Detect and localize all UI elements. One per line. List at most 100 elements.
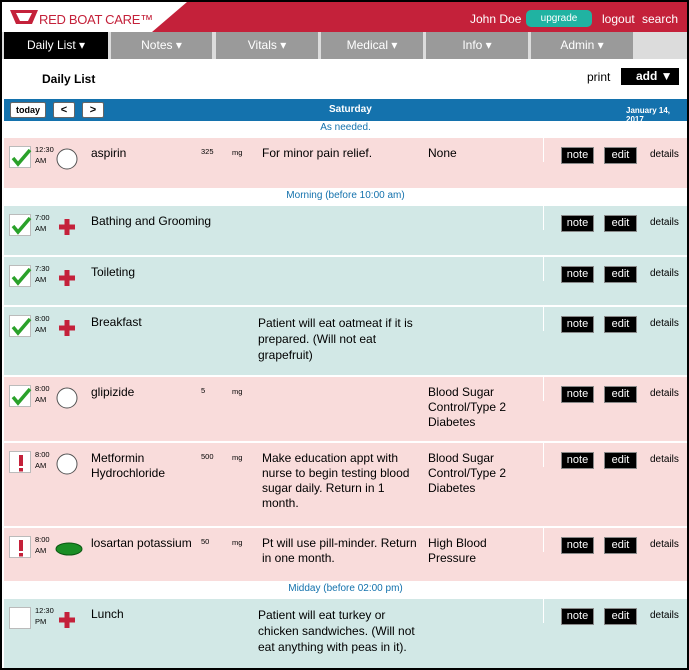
task-row[interactable]: 12:30 PM Lunch Patient will eat turkey or… [4, 599, 687, 668]
task-name: aspirin [91, 146, 127, 160]
task-time: 8:00 AM [35, 535, 50, 555]
task-row[interactable]: 12:30 AM aspirin 325 mg For minor pain re… [4, 138, 687, 189]
check-icon[interactable] [9, 385, 32, 407]
pill-white-icon [56, 453, 78, 475]
top-header: RED BOAT CARE™ John Doe upgrade logout s… [2, 2, 687, 32]
red-cross-icon [59, 219, 75, 235]
pill-white-icon [56, 148, 78, 170]
details-link[interactable]: details [650, 149, 679, 160]
red-cross-icon [59, 270, 75, 286]
task-unit: mg [232, 387, 243, 396]
prev-day-button[interactable]: < [53, 102, 75, 118]
task-row[interactable]: 8:00 AM glipizide 5 mg Blood Sugar Contro… [4, 377, 687, 442]
task-row[interactable]: 8:00 AM Metformin Hydrochloride 500 mg Ma… [4, 443, 687, 527]
edit-button[interactable]: edit [604, 215, 637, 232]
details-link[interactable]: details [650, 217, 679, 228]
task-note: Patient will eat oatmeat if it is prepar… [258, 316, 413, 362]
check-icon[interactable] [9, 214, 32, 236]
task-row[interactable]: 8:00 AM Breakfast Patient will eat oatmea… [4, 307, 687, 376]
note-button[interactable]: note [561, 266, 594, 283]
check-icon[interactable] [9, 315, 32, 337]
logout-link[interactable]: logout [602, 12, 635, 26]
details-link[interactable]: details [650, 539, 679, 550]
task-unit: mg [232, 538, 243, 547]
print-link[interactable]: print [587, 70, 610, 84]
note-button[interactable]: note [561, 452, 594, 469]
upgrade-button[interactable]: upgrade [526, 10, 592, 27]
next-day-button[interactable]: > [82, 102, 104, 118]
task-condition: Blood Sugar Control/Type 2 Diabetes [428, 385, 507, 429]
edit-button[interactable]: edit [604, 147, 637, 164]
red-cross-icon [59, 612, 75, 628]
details-link[interactable]: details [650, 454, 679, 465]
details-link[interactable]: details [650, 318, 679, 329]
check-icon[interactable] [9, 146, 32, 168]
details-link[interactable]: details [650, 268, 679, 279]
alert-icon[interactable] [9, 451, 31, 473]
task-note: For minor pain relief. [262, 146, 373, 160]
edit-button[interactable]: edit [604, 386, 637, 403]
user-name[interactable]: John Doe [470, 12, 521, 26]
details-link[interactable]: details [650, 388, 679, 399]
task-time: 8:00 AM [35, 384, 50, 404]
task-condition: Blood Sugar Control/Type 2 Diabetes [428, 451, 507, 495]
pill-green-icon [55, 542, 83, 556]
section-header-midday: Midday (before 02:00 pm) [4, 582, 687, 599]
note-button[interactable]: note [561, 316, 594, 333]
main-nav: Daily List ▾ Notes ▾ Vitals ▾ Medical ▾ … [2, 32, 687, 59]
task-condition: High Blood Pressure [428, 536, 487, 565]
note-button[interactable]: note [561, 386, 594, 403]
task-row[interactable]: 8:00 AM losartan potassium 50 mg Pt will … [4, 528, 687, 582]
task-time: 7:30 AM [35, 264, 50, 284]
task-note: Patient will eat turkey or chicken sandw… [258, 608, 415, 654]
edit-button[interactable]: edit [604, 608, 637, 625]
task-row[interactable]: 7:30 AM Toileting note edit details [4, 257, 687, 306]
task-name: Toileting [91, 265, 136, 279]
task-unit: mg [232, 148, 243, 157]
task-unit: mg [232, 453, 243, 462]
note-button[interactable]: note [561, 608, 594, 625]
search-link[interactable]: search [642, 12, 678, 26]
task-time: 12:30 PM [35, 606, 54, 626]
task-dose: 50 [201, 537, 210, 546]
note-button[interactable]: note [561, 537, 594, 554]
task-dose: 325 [201, 147, 214, 156]
empty-checkbox-icon[interactable] [9, 607, 31, 629]
row-divider [543, 599, 544, 623]
alert-icon[interactable] [9, 536, 31, 558]
edit-button[interactable]: edit [604, 266, 637, 283]
tab-admin[interactable]: Admin ▾ [531, 32, 633, 59]
task-time: 8:00 AM [35, 314, 50, 334]
edit-button[interactable]: edit [604, 316, 637, 333]
details-link[interactable]: details [650, 610, 679, 621]
note-button[interactable]: note [561, 147, 594, 164]
task-condition: None [428, 146, 457, 160]
today-button[interactable]: today [10, 102, 46, 118]
row-divider [543, 377, 544, 401]
edit-button[interactable]: edit [604, 537, 637, 554]
task-name: Metformin Hydrochloride [91, 451, 166, 480]
row-divider [543, 528, 544, 552]
tab-daily-list[interactable]: Daily List ▾ [4, 32, 108, 59]
task-name: Bathing and Grooming [91, 214, 212, 228]
check-icon[interactable] [9, 265, 32, 287]
app-frame: RED BOAT CARE™ John Doe upgrade logout s… [0, 0, 689, 670]
note-button[interactable]: note [561, 215, 594, 232]
task-name: Breakfast [91, 315, 142, 329]
brand-logo[interactable]: RED BOAT CARE™ [2, 2, 202, 32]
day-label: Saturday [329, 104, 372, 115]
tab-notes[interactable]: Notes ▾ [111, 32, 212, 59]
edit-button[interactable]: edit [604, 452, 637, 469]
task-time: 8:00 AM [35, 450, 50, 470]
row-divider [543, 257, 544, 281]
section-header-morning: Morning (before 10:00 am) [4, 189, 687, 206]
add-button[interactable]: add ▼ [621, 68, 679, 85]
task-time: 7:00 AM [35, 213, 50, 233]
tab-vitals[interactable]: Vitals ▾ [216, 32, 318, 59]
tab-info[interactable]: Info ▾ [426, 32, 528, 59]
tab-medical[interactable]: Medical ▾ [321, 32, 423, 59]
task-name: Lunch [91, 607, 124, 621]
row-divider [543, 138, 544, 162]
task-row[interactable]: 7:00 AM Bathing and Grooming note edit de… [4, 206, 687, 256]
task-note: Pt will use pill-minder. Return in one m… [262, 536, 417, 565]
